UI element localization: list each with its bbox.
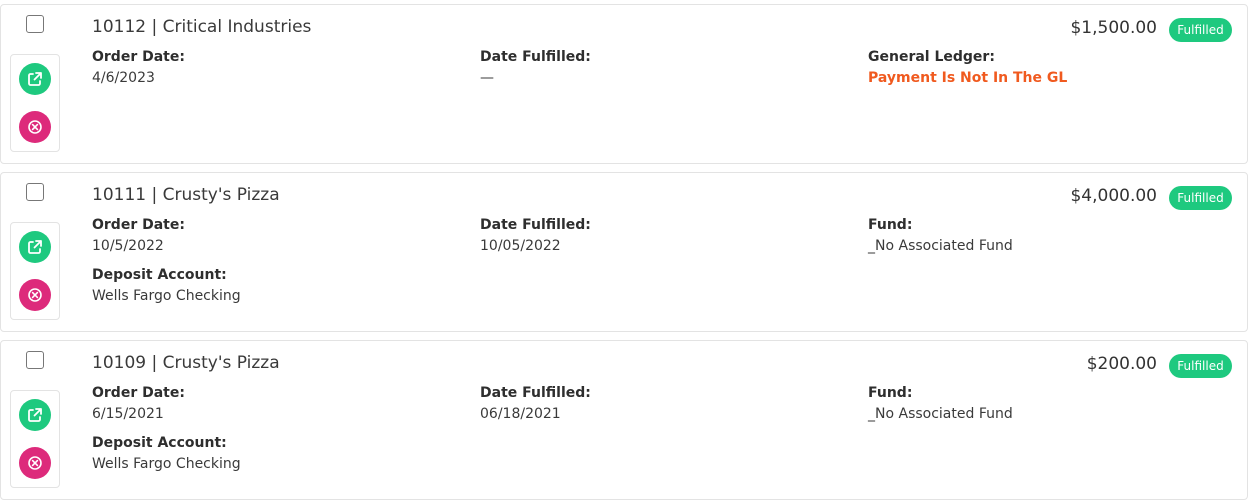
deposit-account-label: Deposit Account: [92,435,227,451]
cancel-order-button[interactable] [19,111,51,143]
open-order-button[interactable] [19,399,51,431]
cancel-circle-icon [28,120,42,134]
order-actions [10,222,60,320]
date-fulfilled-value: 10/05/2022 [480,238,561,254]
open-order-button[interactable] [19,231,51,263]
date-fulfilled-label: Date Fulfilled: [480,49,591,65]
open-order-button[interactable] [19,63,51,95]
cancel-circle-icon [28,288,42,302]
external-link-icon [28,408,42,422]
external-link-icon [28,72,42,86]
order-date-value: 4/6/2023 [92,70,155,86]
order-card-10112: 10112 | Critical Industries $1,500.00 Fu… [0,4,1248,164]
order-amount: $4,000.00 [1070,186,1157,206]
order-date-label: Order Date: [92,49,185,65]
cancel-circle-icon [28,456,42,470]
date-fulfilled-label: Date Fulfilled: [480,385,591,401]
order-card-10111: 10111 | Crusty's Pizza $4,000.00 Fulfill… [0,172,1248,332]
status-badge: Fulfilled [1169,18,1232,42]
order-actions [10,390,60,488]
fund-label: Fund: [868,385,913,401]
deposit-account-value: Wells Fargo Checking [92,288,241,304]
deposit-account-label: Deposit Account: [92,267,227,283]
order-title: 10109 | Crusty's Pizza [92,353,280,373]
order-select-checkbox[interactable] [26,351,44,369]
order-date-value: 6/15/2021 [92,406,164,422]
status-badge: Fulfilled [1169,354,1232,378]
order-title: 10112 | Critical Industries [92,17,312,37]
order-date-label: Order Date: [92,385,185,401]
order-actions [10,54,60,152]
date-fulfilled-value: 06/18/2021 [480,406,561,422]
order-amount: $1,500.00 [1070,18,1157,38]
fund-value: _No Associated Fund [868,238,1013,254]
general-ledger-status: Payment Is Not In The GL [868,70,1068,86]
order-select-checkbox[interactable] [26,15,44,33]
fund-label: Fund: [868,217,913,233]
order-select-checkbox[interactable] [26,183,44,201]
status-badge: Fulfilled [1169,186,1232,210]
order-amount: $200.00 [1086,354,1157,374]
cancel-order-button[interactable] [19,279,51,311]
external-link-icon [28,240,42,254]
general-ledger-label: General Ledger: [868,49,995,65]
order-title: 10111 | Crusty's Pizza [92,185,280,205]
order-card-10109: 10109 | Crusty's Pizza $200.00 Fulfilled… [0,340,1248,500]
date-fulfilled-label: Date Fulfilled: [480,217,591,233]
order-date-label: Order Date: [92,217,185,233]
deposit-account-value: Wells Fargo Checking [92,456,241,472]
order-date-value: 10/5/2022 [92,238,164,254]
fund-value: _No Associated Fund [868,406,1013,422]
cancel-order-button[interactable] [19,447,51,479]
date-fulfilled-value: — [480,70,494,86]
